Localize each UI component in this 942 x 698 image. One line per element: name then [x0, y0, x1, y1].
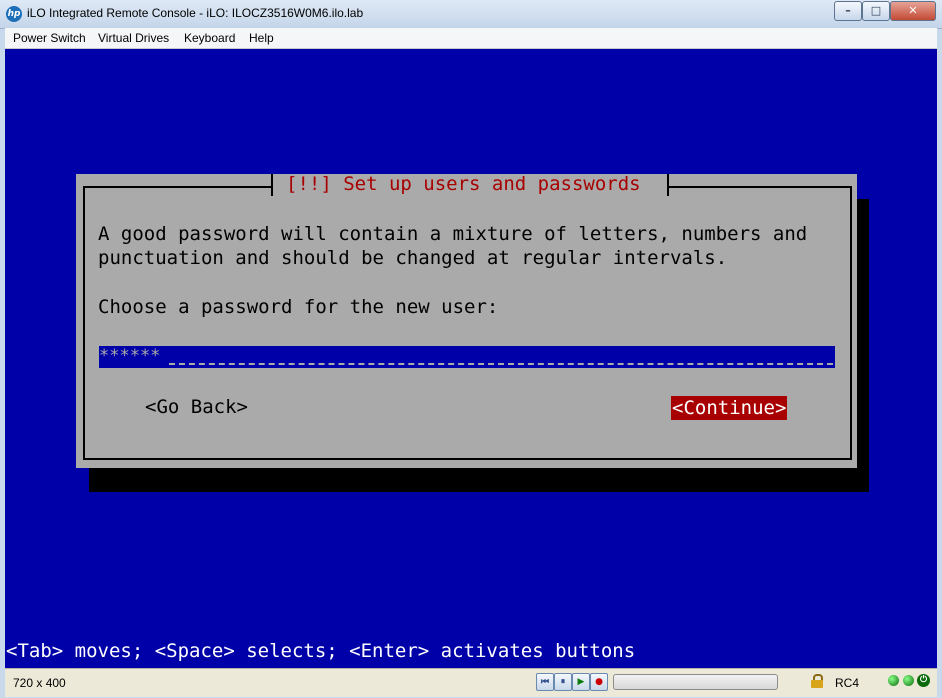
password-value: ******: [99, 346, 161, 366]
menu-power-switch[interactable]: Power Switch: [13, 31, 86, 45]
playback-progress-bar[interactable]: [613, 674, 778, 690]
menu-virtual-drives[interactable]: Virtual Drives: [98, 31, 169, 45]
status-led-icon: [888, 675, 899, 686]
resolution-label: 720 x 400: [13, 676, 66, 690]
password-input-fill: [169, 363, 833, 365]
password-input[interactable]: ******: [99, 346, 835, 368]
dialog-title: [!!] Set up users and passwords: [286, 173, 641, 195]
status-bar: 720 x 400 ⏮ ⏸ ▶ ● RC4 ⏻: [5, 668, 937, 697]
status-led-icon: [903, 675, 914, 686]
dialog-text-line-1: A good password will contain a mixture o…: [98, 223, 808, 245]
title-divider-left: [271, 174, 273, 196]
record-icon[interactable]: ●: [590, 673, 608, 691]
go-back-button[interactable]: <Go Back>: [145, 396, 248, 418]
minimize-button[interactable]: –: [834, 1, 862, 21]
play-icon[interactable]: ▶: [572, 673, 590, 691]
remote-console-screen[interactable]: [!!] Set up users and passwords A good p…: [5, 49, 937, 668]
menu-bar: Power Switch Virtual Drives Keyboard Hel…: [5, 28, 937, 49]
menu-help[interactable]: Help: [249, 31, 274, 45]
window-title: iLO Integrated Remote Console - iLO: ILO…: [27, 6, 364, 20]
hp-logo-icon: hp: [6, 6, 22, 22]
frame-top-right: [669, 186, 850, 188]
title-divider-right: [667, 174, 669, 196]
password-prompt: Choose a password for the new user:: [98, 296, 499, 318]
window-titlebar: hp iLO Integrated Remote Console - iLO: …: [0, 0, 942, 29]
skip-back-icon[interactable]: ⏮: [536, 673, 554, 691]
encryption-label: RC4: [835, 676, 860, 690]
lock-icon: [811, 674, 823, 688]
maximize-button[interactable]: □: [862, 1, 890, 21]
continue-button[interactable]: <Continue>: [671, 396, 788, 420]
menu-keyboard[interactable]: Keyboard: [184, 31, 235, 45]
dialog-text-line-2: punctuation and should be changed at reg…: [98, 247, 728, 269]
pause-icon[interactable]: ⏸: [554, 673, 572, 691]
close-button[interactable]: ✕: [890, 1, 936, 21]
power-status-icon: ⏻: [917, 674, 930, 687]
key-help-line: <Tab> moves; <Space> selects; <Enter> ac…: [6, 640, 636, 662]
setup-dialog: [!!] Set up users and passwords A good p…: [76, 173, 857, 468]
frame-top-left: [83, 186, 271, 188]
